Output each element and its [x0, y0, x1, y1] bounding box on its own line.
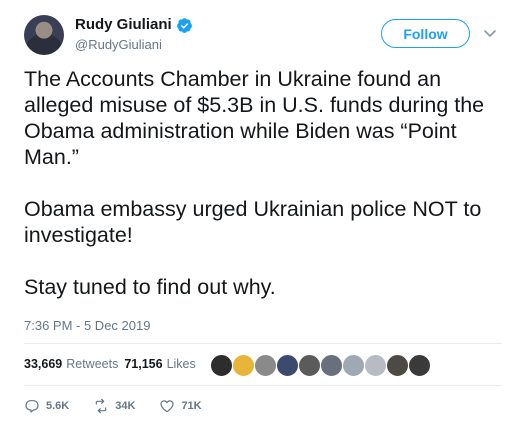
retweets-stat[interactable]: 33,669 Retweets — [24, 357, 118, 371]
liker-avatar[interactable] — [408, 354, 431, 377]
heart-icon — [160, 400, 175, 413]
liker-avatar[interactable] — [298, 354, 321, 377]
liker-avatar[interactable] — [386, 354, 409, 377]
like-button[interactable]: 71K — [159, 398, 202, 414]
liker-avatar[interactable] — [364, 354, 387, 377]
reply-button[interactable]: 5.6K — [24, 398, 69, 414]
tweet-paragraph: Obama embassy urged Ukrainian police NOT… — [24, 197, 482, 247]
follow-button[interactable]: Follow — [381, 19, 470, 48]
liker-avatar[interactable] — [320, 354, 343, 377]
action-bar: 5.6K 34K 71K — [24, 398, 226, 414]
likes-stat[interactable]: 71,156 Likes — [124, 357, 195, 371]
user-info: Rudy Giuliani @RudyGiuliani — [75, 15, 193, 54]
likes-count: 71,156 — [124, 357, 163, 371]
tweet-paragraph: Stay tuned to find out why. — [24, 275, 276, 299]
tweet-timestamp[interactable]: 7:36 PM - 5 Dec 2019 — [24, 318, 150, 333]
liker-avatar[interactable] — [342, 354, 365, 377]
display-name[interactable]: Rudy Giuliani — [75, 15, 172, 35]
liker-avatars — [210, 354, 431, 377]
like-count: 71K — [181, 400, 202, 412]
retweet-icon — [95, 398, 107, 414]
tweet-card: Rudy Giuliani @RudyGiuliani Follow The A… — [0, 0, 526, 433]
verified-badge-icon — [176, 17, 192, 33]
liker-avatar[interactable] — [232, 354, 255, 377]
divider — [24, 343, 502, 344]
retweets-label: Retweets — [66, 357, 119, 371]
retweet-count: 34K — [115, 400, 136, 412]
retweet-button[interactable]: 34K — [93, 398, 135, 414]
liker-avatar[interactable] — [210, 354, 233, 377]
tweet-text: The Accounts Chamber in Ukraine found an… — [24, 66, 504, 300]
likes-label: Likes — [166, 357, 196, 371]
user-handle[interactable]: @RudyGiuliani — [75, 36, 193, 54]
tweet-paragraph: The Accounts Chamber in Ukraine found an… — [24, 67, 485, 169]
engagement-stats: 33,669 Retweets 71,156 Likes — [24, 357, 196, 371]
retweets-count: 33,669 — [24, 357, 63, 371]
divider — [24, 385, 502, 386]
reply-icon — [25, 400, 39, 413]
reply-count: 5.6K — [46, 400, 70, 412]
liker-avatar[interactable] — [254, 354, 277, 377]
liker-avatar[interactable] — [276, 354, 299, 377]
chevron-down-icon[interactable] — [483, 26, 497, 40]
avatar[interactable] — [24, 15, 64, 55]
